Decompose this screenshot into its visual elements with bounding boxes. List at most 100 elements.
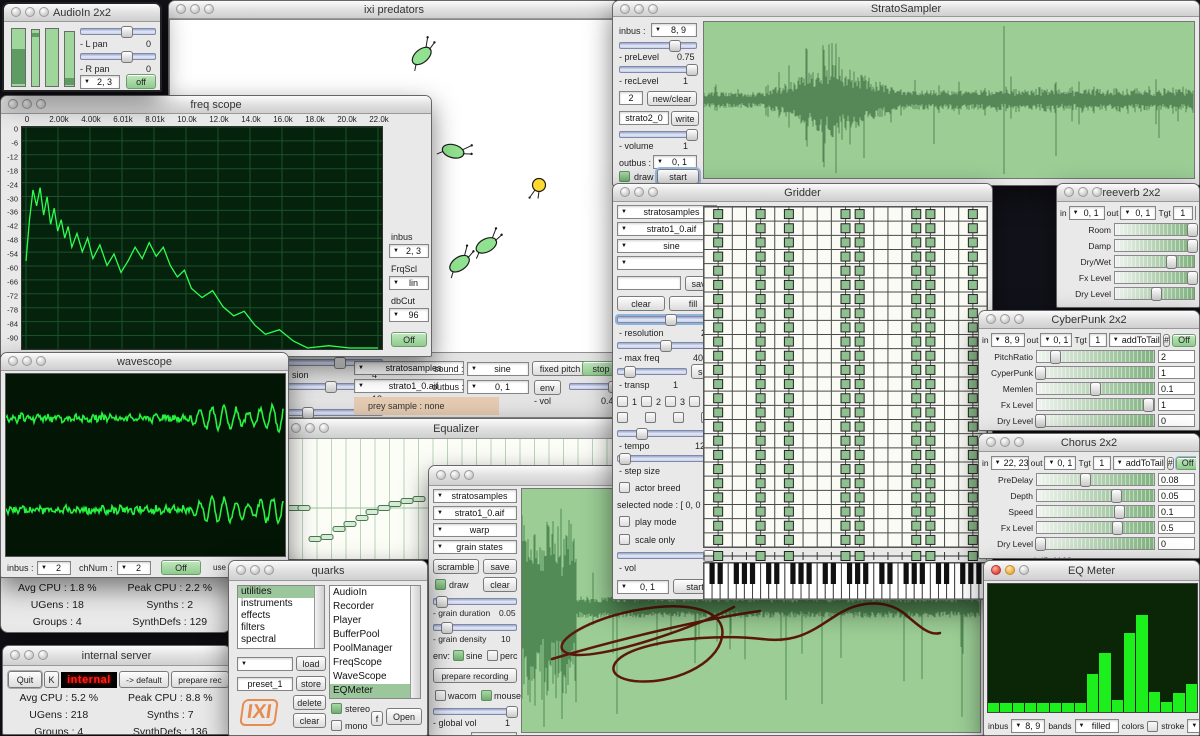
grid-node[interactable] (756, 210, 765, 219)
quark-category-item[interactable]: spectral (238, 634, 314, 646)
dry-level-slider[interactable] (1036, 414, 1155, 427)
grid-node[interactable] (855, 436, 864, 445)
store-button[interactable]: store (296, 676, 326, 691)
zoom-button[interactable] (204, 4, 214, 14)
grid-node[interactable] (756, 507, 765, 516)
zoom-button[interactable] (38, 650, 48, 660)
grid-node[interactable] (912, 295, 921, 304)
slider-thumb[interactable] (660, 340, 672, 352)
grid-node[interactable] (855, 422, 864, 431)
outbus-dropdown[interactable]: ▼0, 1 (471, 732, 517, 735)
slider-thumb[interactable] (619, 453, 631, 465)
grid-node[interactable] (912, 394, 921, 403)
value-box[interactable]: 0.5 (1158, 521, 1195, 534)
tgt-field[interactable]: 1 (1093, 456, 1111, 470)
piano-key-black[interactable] (766, 563, 771, 584)
grid-node[interactable] (855, 479, 864, 488)
grid-node[interactable] (714, 365, 723, 374)
grid-node[interactable] (841, 238, 850, 247)
piano-key-black[interactable] (790, 563, 795, 584)
grid-node[interactable] (841, 394, 850, 403)
addaction-dropdown[interactable]: ▼addToTail (1195, 206, 1196, 220)
eq-handle[interactable] (321, 535, 333, 540)
grid-node[interactable] (926, 210, 935, 219)
grid-node[interactable] (855, 450, 864, 459)
grid-node[interactable] (912, 422, 921, 431)
grid-node[interactable] (784, 295, 793, 304)
slider-thumb[interactable] (1111, 489, 1122, 503)
grid-node[interactable] (926, 351, 935, 360)
grid-node[interactable] (912, 323, 921, 332)
grid-node[interactable] (926, 422, 935, 431)
fx-level-slider[interactable] (1114, 271, 1195, 284)
grid-node[interactable] (912, 479, 921, 488)
grid-node[interactable] (926, 323, 935, 332)
grid-node[interactable] (756, 450, 765, 459)
grid-node[interactable] (926, 266, 935, 275)
grid-node[interactable] (912, 465, 921, 474)
grid-node[interactable] (714, 295, 723, 304)
minimize-button[interactable] (190, 4, 200, 14)
actor-breed-checkbox[interactable] (619, 482, 630, 493)
quark-class-item[interactable]: WaveScope (330, 670, 410, 684)
minimize-button[interactable] (305, 423, 315, 433)
grid-node[interactable] (855, 323, 864, 332)
clear-button[interactable]: clear (617, 296, 665, 311)
grid-node[interactable] (714, 535, 723, 544)
grid-node[interactable] (912, 238, 921, 247)
grid-node[interactable] (912, 408, 921, 417)
volume-slider[interactable] (619, 131, 697, 138)
stereo-checkbox[interactable] (331, 703, 342, 714)
grid-node[interactable] (912, 309, 921, 318)
grid-node[interactable] (784, 436, 793, 445)
grid-node[interactable] (756, 422, 765, 431)
grid-node[interactable] (714, 380, 723, 389)
grid-node[interactable] (714, 465, 723, 474)
scale-only-checkbox[interactable] (619, 534, 630, 545)
piano-key-black[interactable] (742, 563, 747, 584)
fixed-pitch-button[interactable]: fixed pitch (532, 361, 588, 376)
grid-node[interactable] (968, 493, 977, 502)
k-button[interactable]: K (44, 671, 59, 688)
outbus-dropdown[interactable]: ▼0, 1 (467, 380, 529, 394)
grid-node[interactable] (841, 351, 850, 360)
grid-node[interactable] (855, 280, 864, 289)
grid-node[interactable] (784, 351, 793, 360)
grid-node[interactable] (756, 351, 765, 360)
eq-handle[interactable] (356, 516, 368, 521)
grid-node[interactable] (926, 280, 935, 289)
sample-waveform[interactable] (703, 21, 1195, 179)
grid-node[interactable] (714, 521, 723, 530)
grid-node[interactable] (756, 238, 765, 247)
minimize-button[interactable] (250, 565, 260, 575)
grid-node[interactable] (968, 422, 977, 431)
write-button[interactable]: write (671, 111, 699, 126)
close-button[interactable] (10, 650, 20, 660)
global-vol-slider[interactable] (433, 708, 517, 715)
eq-handle[interactable] (333, 527, 345, 532)
prey-ball[interactable] (526, 176, 562, 204)
grid-node[interactable] (784, 493, 793, 502)
grid-node[interactable] (841, 266, 850, 275)
dry-level-slider[interactable] (1036, 537, 1155, 550)
grid-node[interactable] (841, 479, 850, 488)
fx-level-slider[interactable] (1036, 521, 1155, 534)
quark-category-item[interactable]: instruments (238, 598, 314, 610)
tgt-field[interactable]: 1 (1089, 333, 1107, 347)
piano-key-black[interactable] (968, 563, 973, 584)
slider-thumb[interactable] (665, 314, 677, 326)
minimize-button[interactable] (1000, 437, 1010, 447)
grid-node[interactable] (968, 323, 977, 332)
close-button[interactable] (986, 437, 996, 447)
close-button[interactable] (1064, 187, 1074, 197)
grid-node[interactable] (784, 535, 793, 544)
grid-node[interactable] (912, 450, 921, 459)
eq-handle[interactable] (389, 502, 401, 507)
out-dropdown[interactable]: ▼0, 1 (1040, 333, 1072, 347)
slider-thumb[interactable] (325, 381, 337, 393)
grid-node[interactable] (714, 493, 723, 502)
grid-node[interactable] (784, 309, 793, 318)
piano-key-black[interactable] (798, 563, 803, 584)
slider-thumb[interactable] (1187, 223, 1198, 237)
grid-node[interactable] (714, 252, 723, 261)
